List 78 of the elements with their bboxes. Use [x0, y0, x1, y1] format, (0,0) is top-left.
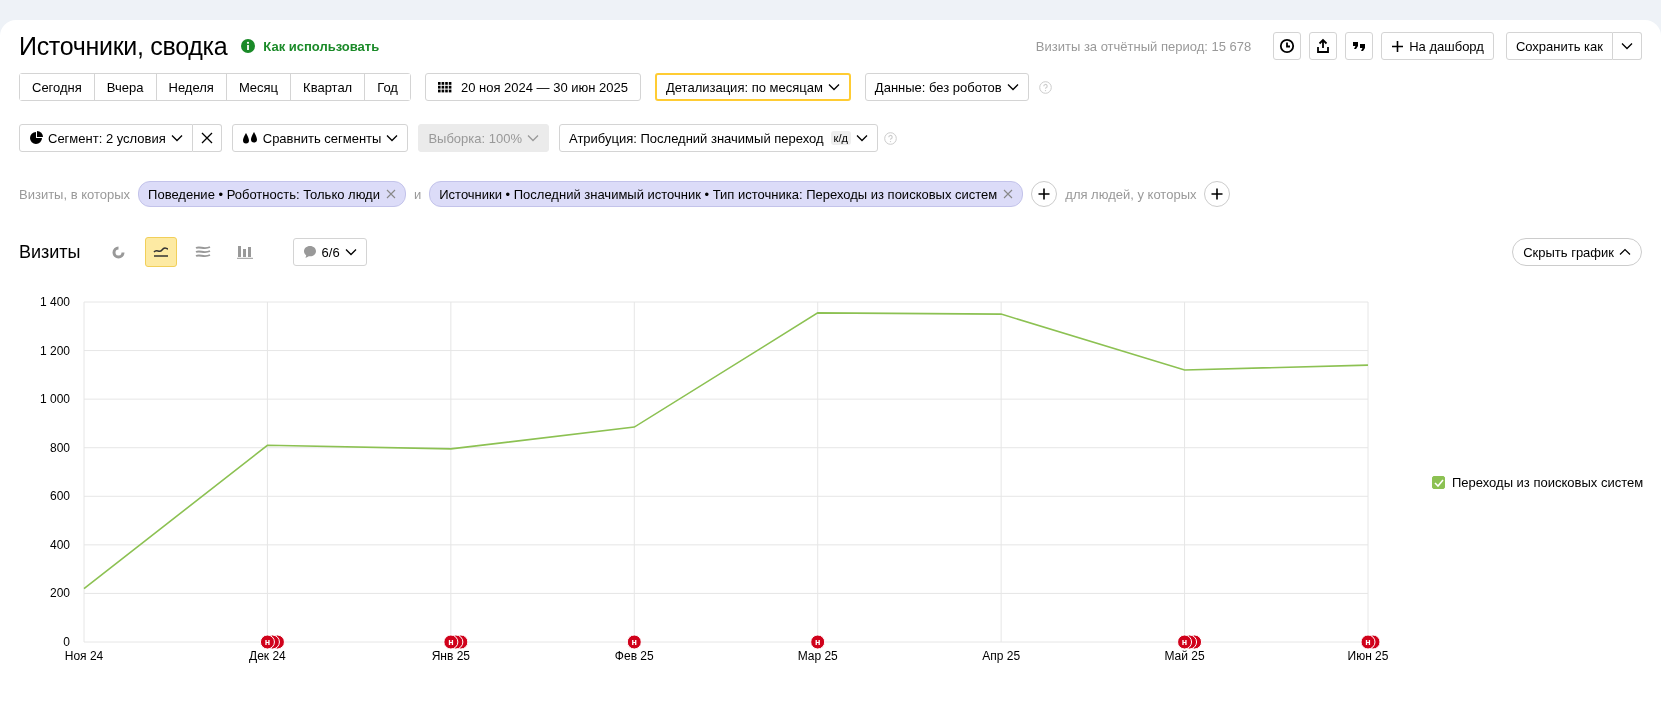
y-axis-label: 0 — [63, 635, 70, 649]
plus-icon — [1211, 188, 1224, 200]
filter-joiner: и — [413, 186, 422, 202]
y-axis-label: 800 — [49, 440, 70, 455]
chevron-down-icon — [827, 83, 840, 91]
chart-title: Визиты — [19, 241, 81, 263]
x-axis-label: Май 25 — [1164, 649, 1205, 663]
pie-chart-icon — [111, 244, 127, 260]
x-axis-label: Ноя 24 — [64, 649, 104, 663]
clear-segment-button[interactable] — [192, 124, 222, 152]
y-axis-label: 200 — [49, 586, 70, 601]
filter-chip[interactable]: Источники • Последний значимый источник • Тип источника: Переходы из поисковых систем — [429, 181, 1024, 207]
y-axis-label: 600 — [49, 489, 70, 504]
hide-chart-button[interactable]: Скрыть график — [1512, 238, 1642, 266]
add-to-dashboard-button[interactable]: На дашборд — [1381, 32, 1494, 60]
quote-button[interactable] — [1345, 32, 1374, 60]
chevron-down-icon — [527, 134, 539, 142]
calendar-icon — [437, 81, 452, 93]
help-link[interactable]: Как использовать — [263, 38, 380, 54]
compare-segments-button[interactable]: Сравнить сегменты — [231, 124, 409, 152]
attribution-label: Атрибуция: Последний значимый переход — [569, 130, 824, 146]
people-filter-lead: для людей, у которых — [1065, 186, 1197, 202]
annotations-dropdown[interactable]: 6/6 — [292, 238, 367, 266]
pie-chart-icon — [29, 131, 43, 145]
add-people-condition-button[interactable] — [1204, 181, 1231, 207]
line-chart-icon — [152, 245, 169, 259]
chip-label: Поведение • Роботность: Только люди — [148, 186, 380, 202]
x-axis-label: Мар 25 — [797, 649, 838, 663]
y-axis-label: 1 000 — [39, 392, 70, 407]
page-title: Источники, сводка — [19, 31, 228, 61]
info-icon — [241, 39, 256, 53]
chevron-up-icon — [1619, 248, 1631, 256]
period-button[interactable]: Сегодня — [20, 74, 95, 100]
attribution-badge: к/д — [830, 131, 851, 145]
legend-label: Переходы из поисковых систем — [1452, 475, 1644, 490]
plus-icon — [1038, 188, 1051, 200]
remove-icon[interactable] — [1003, 189, 1014, 199]
chevron-down-icon — [1621, 42, 1633, 50]
save-as-button[interactable]: Сохранить как — [1505, 32, 1613, 60]
chevron-down-icon — [386, 134, 399, 142]
add-condition-button[interactable] — [1031, 181, 1058, 207]
close-icon — [200, 132, 213, 144]
share-icon — [1315, 38, 1332, 54]
date-range-button[interactable]: 20 ноя 2024 — 30 июн 2025 — [424, 73, 641, 101]
speech-bubble-icon — [302, 245, 317, 259]
segment-button[interactable]: Сегмент: 2 условия — [19, 124, 193, 152]
dropdown-button[interactable]: Детализация: по месяцам — [655, 73, 851, 101]
y-axis-label: 400 — [49, 537, 70, 552]
y-axis-label: 1 200 — [39, 343, 70, 358]
event-marker[interactable]: н — [626, 634, 642, 650]
chevron-down-icon — [855, 134, 868, 142]
remove-icon[interactable] — [385, 189, 396, 199]
y-axis-label: 1 400 — [39, 295, 70, 309]
clock-icon — [1279, 38, 1296, 54]
chevron-down-icon — [170, 134, 183, 142]
drops-icon — [241, 131, 258, 145]
bar-chart-icon — [236, 245, 253, 259]
attribution-dropdown[interactable]: Атрибуция: Последний значимый переход к/д — [559, 124, 878, 152]
chevron-down-icon — [344, 248, 357, 256]
filter-chip[interactable]: Поведение • Роботность: Только люди — [138, 181, 406, 207]
plus-icon — [1391, 39, 1405, 53]
area-chart-icon — [194, 245, 211, 259]
dropdown-button[interactable]: Данные: без роботов — [864, 73, 1029, 101]
chart-type-button[interactable] — [144, 237, 177, 267]
x-axis-label: Июн 25 — [1347, 649, 1389, 663]
save-options-button[interactable] — [1613, 32, 1642, 60]
history-button[interactable] — [1273, 32, 1302, 60]
x-axis-label: Фев 25 — [614, 649, 654, 663]
x-axis-label: Янв 25 — [431, 649, 471, 663]
chip-label: Источники • Последний значимый источник • Тип источника: Переходы из поисковых систем — [439, 186, 998, 202]
legend-checkbox[interactable] — [1432, 476, 1445, 489]
event-marker[interactable]: н — [810, 634, 826, 650]
chevron-down-icon — [1006, 83, 1019, 91]
export-button[interactable] — [1309, 32, 1338, 60]
filter-lead: Визиты, в которых — [19, 186, 131, 202]
x-axis-label: Дек 24 — [249, 649, 286, 663]
x-axis-label: Апр 25 — [982, 649, 1021, 663]
total-visits: Визиты за отчётный период: 15 678 — [1035, 38, 1252, 54]
